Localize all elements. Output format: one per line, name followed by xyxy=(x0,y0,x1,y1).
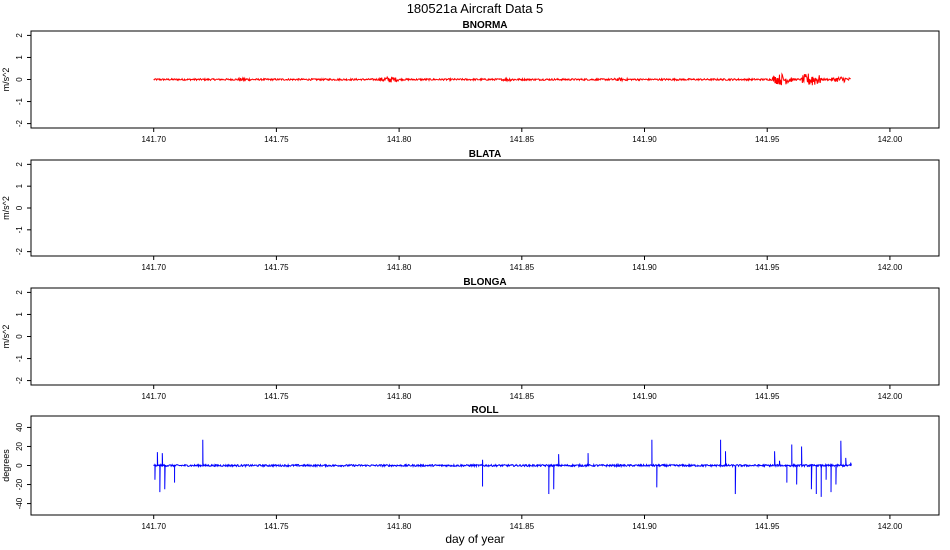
panel-blata: BLATA m/s^2 -2 -1 0 1 2 141.70 141.75 141.80 141.8… xyxy=(1,149,940,272)
x-tick-label: 141.90 xyxy=(632,392,657,401)
x-tick-label: 141.80 xyxy=(387,392,412,401)
y-tick-label: -2 xyxy=(15,248,24,256)
panel-bnorma: BNORMA m/s^2 -2 -1 0 1 2 141.70 141.75 141.80 141.… xyxy=(1,20,940,144)
y-tick-label: 2 xyxy=(15,33,24,38)
panel-title: BLONGA xyxy=(463,277,506,288)
y-tick-label: -1 xyxy=(15,226,24,234)
chart-panels: BNORMA m/s^2 -2 -1 0 1 2 141.70 141.75 141.80 141.… xyxy=(1,20,940,531)
x-tick-label: 142.00 xyxy=(878,135,903,144)
y-tick-label: 0 xyxy=(15,205,24,210)
y-tick-label: 0 xyxy=(15,463,24,468)
x-tick-label: 141.85 xyxy=(510,263,535,272)
x-tick-label: 141.75 xyxy=(264,522,289,531)
y-tick-label: 2 xyxy=(15,162,24,167)
y-axis-label: m/s^2 xyxy=(1,325,11,349)
y-tick-label: -40 xyxy=(15,497,24,509)
plot-frame xyxy=(30,159,940,257)
x-tick-label: 141.85 xyxy=(510,522,535,531)
x-tick-label: 141.80 xyxy=(387,522,412,531)
y-tick-label: -1 xyxy=(15,97,24,105)
panel-title: ROLL xyxy=(471,405,498,416)
x-tick-label: 141.95 xyxy=(755,392,780,401)
y-tick-label: -2 xyxy=(15,119,24,127)
y-tick-label: 0 xyxy=(15,334,24,339)
y-tick-label: -2 xyxy=(15,376,24,384)
panel-roll: ROLL degrees -40 -20 0 20 40 141.70 141.75 141.80… xyxy=(1,405,940,531)
series-line xyxy=(153,439,852,497)
panel-title: BNORMA xyxy=(463,20,508,31)
x-tick-label: 141.70 xyxy=(141,392,166,401)
x-tick-label: 141.75 xyxy=(264,135,289,144)
x-tick-label: 141.85 xyxy=(510,392,535,401)
x-tick-label: 141.90 xyxy=(632,263,657,272)
x-tick-label: 141.70 xyxy=(141,263,166,272)
y-axis-label: degrees xyxy=(1,449,11,482)
x-tick-label: 141.70 xyxy=(141,522,166,531)
x-tick-label: 141.75 xyxy=(264,263,289,272)
panel-blonga: BLONGA m/s^2 -2 -1 0 1 2 141.70 141.75 141.80 141.… xyxy=(1,277,940,401)
x-tick-label: 141.95 xyxy=(755,522,780,531)
x-tick-label: 142.00 xyxy=(878,263,903,272)
y-tick-label: -20 xyxy=(15,478,24,490)
y-tick-label: 1 xyxy=(15,183,24,188)
y-tick-label: 20 xyxy=(15,441,24,450)
series-line xyxy=(153,72,851,86)
y-tick-label: 0 xyxy=(15,77,24,82)
x-tick-label: 141.90 xyxy=(632,135,657,144)
y-tick-label: 2 xyxy=(15,290,24,295)
y-tick-label: 1 xyxy=(15,312,24,317)
x-tick-label: 141.90 xyxy=(632,522,657,531)
y-axis-label: m/s^2 xyxy=(1,68,11,92)
x-tick-label: 141.85 xyxy=(510,135,535,144)
y-tick-label: -1 xyxy=(15,354,24,362)
y-tick-label: 1 xyxy=(15,55,24,60)
figure-title: 180521a Aircraft Data 5 xyxy=(407,1,544,16)
figure-xlabel: day of year xyxy=(445,532,504,546)
x-tick-label: 141.95 xyxy=(755,135,780,144)
y-axis-label: m/s^2 xyxy=(1,196,11,220)
x-tick-label: 142.00 xyxy=(878,392,903,401)
x-tick-label: 141.75 xyxy=(264,392,289,401)
x-tick-label: 141.80 xyxy=(387,263,412,272)
x-tick-label: 141.70 xyxy=(141,135,166,144)
plot-frame xyxy=(30,287,940,386)
x-tick-label: 141.95 xyxy=(755,263,780,272)
x-tick-label: 141.80 xyxy=(387,135,412,144)
x-tick-label: 142.00 xyxy=(878,522,903,531)
figure-canvas: 180521a Aircraft Data 5 BNORMA m/s^2 -2 -1 0… xyxy=(1,1,940,546)
y-tick-label: 40 xyxy=(15,422,24,431)
panel-title: BLATA xyxy=(469,149,501,160)
